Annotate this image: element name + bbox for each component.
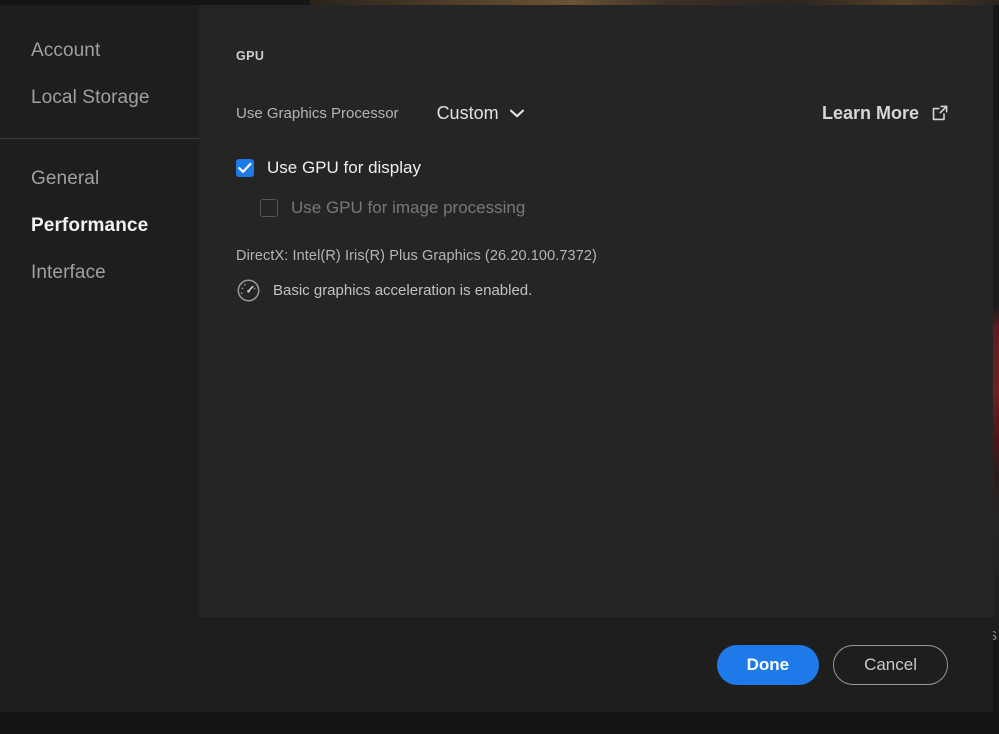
checkbox-indicator-checked: [236, 159, 254, 177]
graphics-processor-row: Use Graphics Processor Custom Learn More: [236, 100, 993, 126]
checkbox-indicator-unchecked: [260, 199, 278, 217]
performance-settings-panel: GPU Use Graphics Processor Custom Learn …: [199, 5, 993, 617]
sidebar-item-label: Interface: [31, 261, 106, 283]
preferences-dialog: Account Local Storage General Performanc…: [0, 5, 993, 712]
sidebar-divider: [0, 138, 199, 139]
sidebar-item-label: Performance: [31, 214, 149, 236]
chevron-down-icon: [509, 109, 524, 118]
graphics-processor-dropdown[interactable]: Custom: [437, 103, 524, 124]
graphics-status-row: Basic graphics acceleration is enabled.: [236, 278, 993, 303]
sidebar-item-interface[interactable]: Interface: [0, 249, 199, 296]
directx-info-text: DirectX: Intel(R) Iris(R) Plus Graphics …: [236, 248, 597, 264]
preferences-sidebar: Account Local Storage General Performanc…: [0, 5, 199, 617]
checkbox-label: Use GPU for display: [267, 158, 421, 177]
screen: S Account Local Storage General: [0, 0, 999, 734]
sidebar-item-local-storage[interactable]: Local Storage: [0, 74, 199, 121]
sidebar-item-label: Local Storage: [31, 86, 150, 108]
dialog-body: Account Local Storage General Performanc…: [0, 5, 993, 617]
sidebar-group-account: Account Local Storage: [0, 27, 199, 121]
cancel-button[interactable]: Cancel: [833, 644, 948, 685]
done-button[interactable]: Done: [716, 644, 820, 685]
sidebar-item-general[interactable]: General: [0, 155, 199, 202]
external-link-icon: [932, 105, 948, 121]
graphics-status-text: Basic graphics acceleration is enabled.: [273, 282, 533, 299]
sidebar-item-performance[interactable]: Performance: [0, 202, 199, 249]
sidebar-item-label: General: [31, 167, 100, 189]
sidebar-group-settings: General Performance Interface: [0, 155, 199, 296]
graphics-processor-value: Custom: [436, 102, 499, 123]
graphics-processor-label: Use Graphics Processor: [236, 104, 399, 122]
background-bottom-bar: [0, 712, 999, 734]
section-title-gpu: GPU: [236, 49, 265, 63]
learn-more-link[interactable]: Learn More: [822, 103, 948, 124]
gauge-icon: [236, 278, 261, 303]
sidebar-item-account[interactable]: Account: [0, 27, 199, 74]
sidebar-item-label: Account: [31, 39, 101, 61]
checkbox-label: Use GPU for image processing: [291, 198, 526, 217]
checkbox-use-gpu-for-image-processing: Use GPU for image processing: [260, 196, 993, 220]
dialog-footer: Done Cancel: [0, 617, 993, 712]
learn-more-label: Learn More: [821, 102, 919, 123]
checkbox-use-gpu-for-display[interactable]: Use GPU for display: [236, 156, 993, 180]
